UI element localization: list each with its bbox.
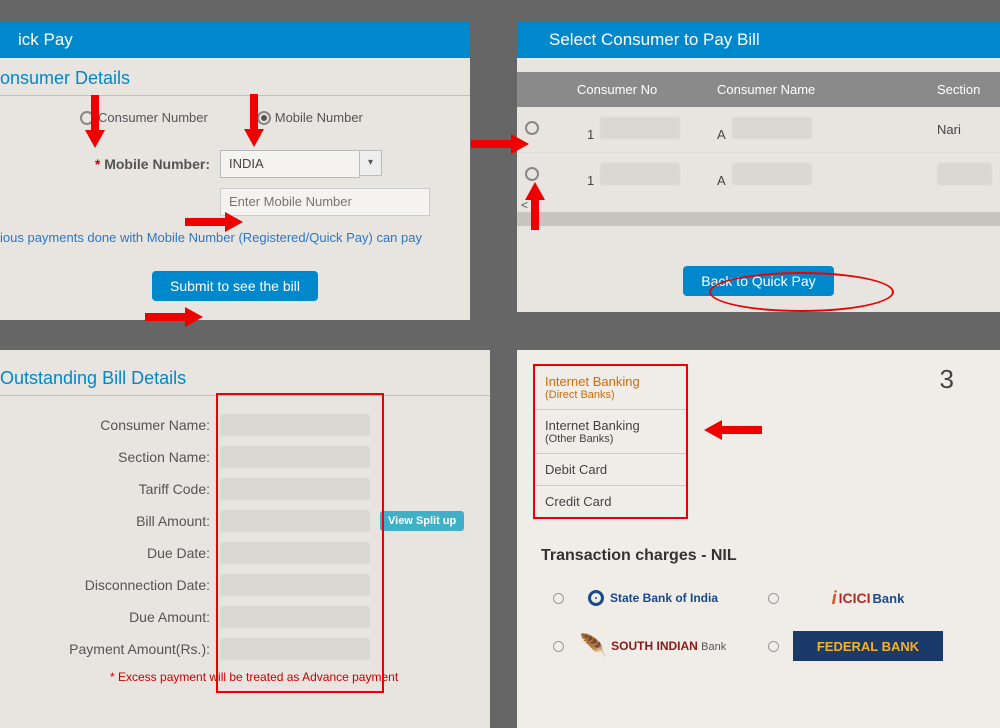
advance-payment-note: * Excess payment will be treated as Adva… bbox=[0, 670, 490, 684]
col-consumer-name: Consumer Name bbox=[717, 82, 937, 97]
bank-icici[interactable]: i ICICI Bank bbox=[768, 583, 943, 613]
bill-panel: Outstanding Bill Details Consumer Name: … bbox=[0, 350, 490, 728]
tab-debit[interactable]: Debit Card bbox=[535, 454, 686, 486]
quickpay-header: ick Pay bbox=[0, 22, 470, 58]
label-due-date: Due Date: bbox=[0, 545, 220, 561]
consumer-details-title: onsumer Details bbox=[0, 58, 470, 96]
bank-south-indian[interactable]: 🪶 SOUTH INDIAN Bank bbox=[553, 631, 728, 661]
payment-panel: Internet Banking(Direct Banks) Internet … bbox=[517, 350, 1000, 728]
radio-icon bbox=[768, 593, 779, 604]
select-consumer-header: Select Consumer to Pay Bill bbox=[517, 22, 1000, 58]
mobile-number-radio[interactable]: Mobile Number bbox=[257, 110, 363, 125]
col-consumer-no: Consumer No bbox=[577, 82, 717, 97]
payment-tabs: Internet Banking(Direct Banks) Internet … bbox=[533, 364, 688, 519]
back-quickpay-button[interactable]: Back to Quick Pay bbox=[683, 266, 833, 296]
label-due-amount: Due Amount: bbox=[0, 609, 220, 625]
country-select[interactable]: INDIA bbox=[220, 150, 360, 178]
bank-sbi[interactable]: State Bank of India bbox=[553, 583, 728, 613]
tab-credit[interactable]: Credit Card bbox=[535, 486, 686, 517]
label-bill-amount: Bill Amount: bbox=[0, 513, 220, 529]
horizontal-scrollbar[interactable] bbox=[517, 212, 1000, 226]
row-radio[interactable] bbox=[525, 121, 539, 135]
select-consumer-panel: Select Consumer to Pay Bill Consumer No … bbox=[517, 22, 1000, 312]
tab-internet-direct[interactable]: Internet Banking(Direct Banks) bbox=[535, 366, 686, 410]
chevron-down-icon[interactable]: ▾ bbox=[360, 150, 382, 176]
label-section-name: Section Name: bbox=[0, 449, 220, 465]
col-section: Section bbox=[937, 82, 980, 97]
radio-icon bbox=[768, 641, 779, 652]
label-consumer-name: Consumer Name: bbox=[0, 417, 220, 433]
table-row[interactable]: 1 A Nari bbox=[517, 107, 1000, 153]
consumer-number-label: Consumer Number bbox=[98, 110, 208, 125]
label-tariff: Tariff Code: bbox=[0, 481, 220, 497]
mobile-number-label: Mobile Number bbox=[275, 110, 363, 125]
view-splitup-button[interactable]: View Split up bbox=[380, 511, 464, 531]
row-radio[interactable] bbox=[525, 167, 539, 181]
quickpay-panel: ick Pay onsumer Details Consumer Number … bbox=[0, 22, 470, 320]
submit-button[interactable]: Submit to see the bill bbox=[152, 271, 318, 301]
bank-federal[interactable]: FEDERAL BANK bbox=[768, 631, 943, 661]
radio-icon bbox=[553, 641, 564, 652]
mobile-number-field-label: * Mobile Number: bbox=[0, 156, 220, 172]
label-disconnection: Disconnection Date: bbox=[0, 577, 220, 593]
table-row[interactable]: 1 A bbox=[517, 153, 1000, 198]
mobile-number-input[interactable] bbox=[220, 188, 430, 216]
radio-icon bbox=[257, 111, 271, 125]
consumer-number-radio[interactable]: Consumer Number bbox=[80, 110, 208, 125]
label-payment-amount: Payment Amount(Rs.): bbox=[0, 641, 220, 657]
step-number: 3 bbox=[940, 364, 984, 395]
consumer-table-header: Consumer No Consumer Name Section bbox=[517, 72, 1000, 107]
radio-icon bbox=[553, 593, 564, 604]
bill-section-title: Outstanding Bill Details bbox=[0, 350, 490, 396]
tab-internet-other[interactable]: Internet Banking(Other Banks) bbox=[535, 410, 686, 454]
transaction-charges: Transaction charges - NIL bbox=[541, 547, 984, 565]
